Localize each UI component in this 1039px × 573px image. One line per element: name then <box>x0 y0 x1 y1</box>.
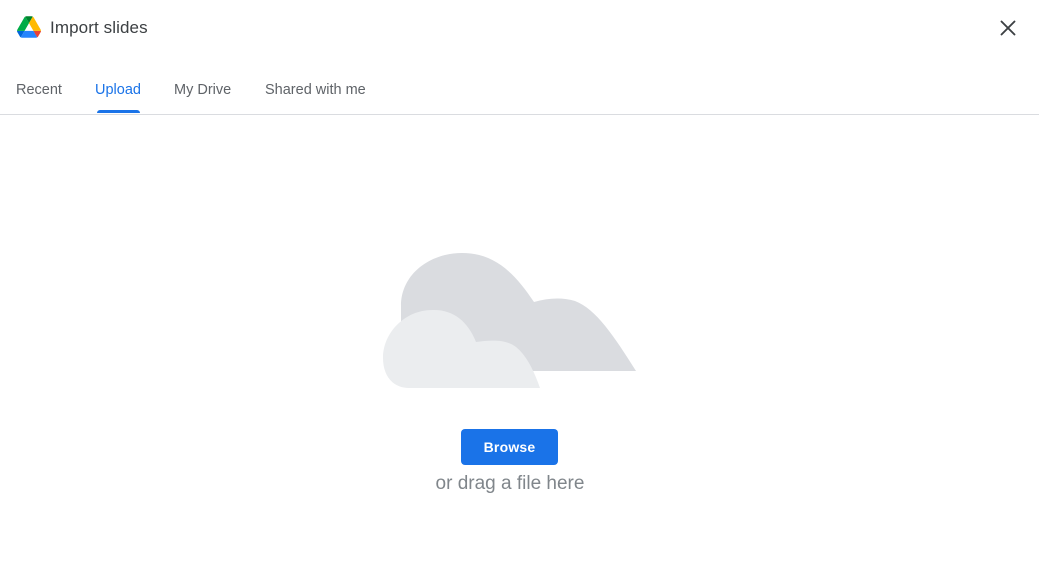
drag-hint-text: or drag a file here <box>435 473 585 494</box>
tab-shared-with-me[interactable]: Shared with me <box>265 66 366 114</box>
dialog-title: Import slides <box>50 18 148 37</box>
google-drive-logo-icon <box>17 16 41 38</box>
import-slides-dialog: Import slides Recent Upload My Drive Sha… <box>0 0 1039 573</box>
dialog-header: Import slides <box>0 0 1039 56</box>
close-icon <box>1000 20 1016 36</box>
cloud-icon <box>383 253 636 388</box>
browse-button[interactable]: Browse <box>461 429 558 465</box>
tab-upload[interactable]: Upload <box>95 66 141 114</box>
tab-bar: Recent Upload My Drive Shared with me <box>0 66 1039 115</box>
tab-recent[interactable]: Recent <box>16 66 62 114</box>
close-button[interactable] <box>993 13 1023 43</box>
active-tab-indicator <box>97 110 140 113</box>
tab-my-drive[interactable]: My Drive <box>174 66 231 114</box>
